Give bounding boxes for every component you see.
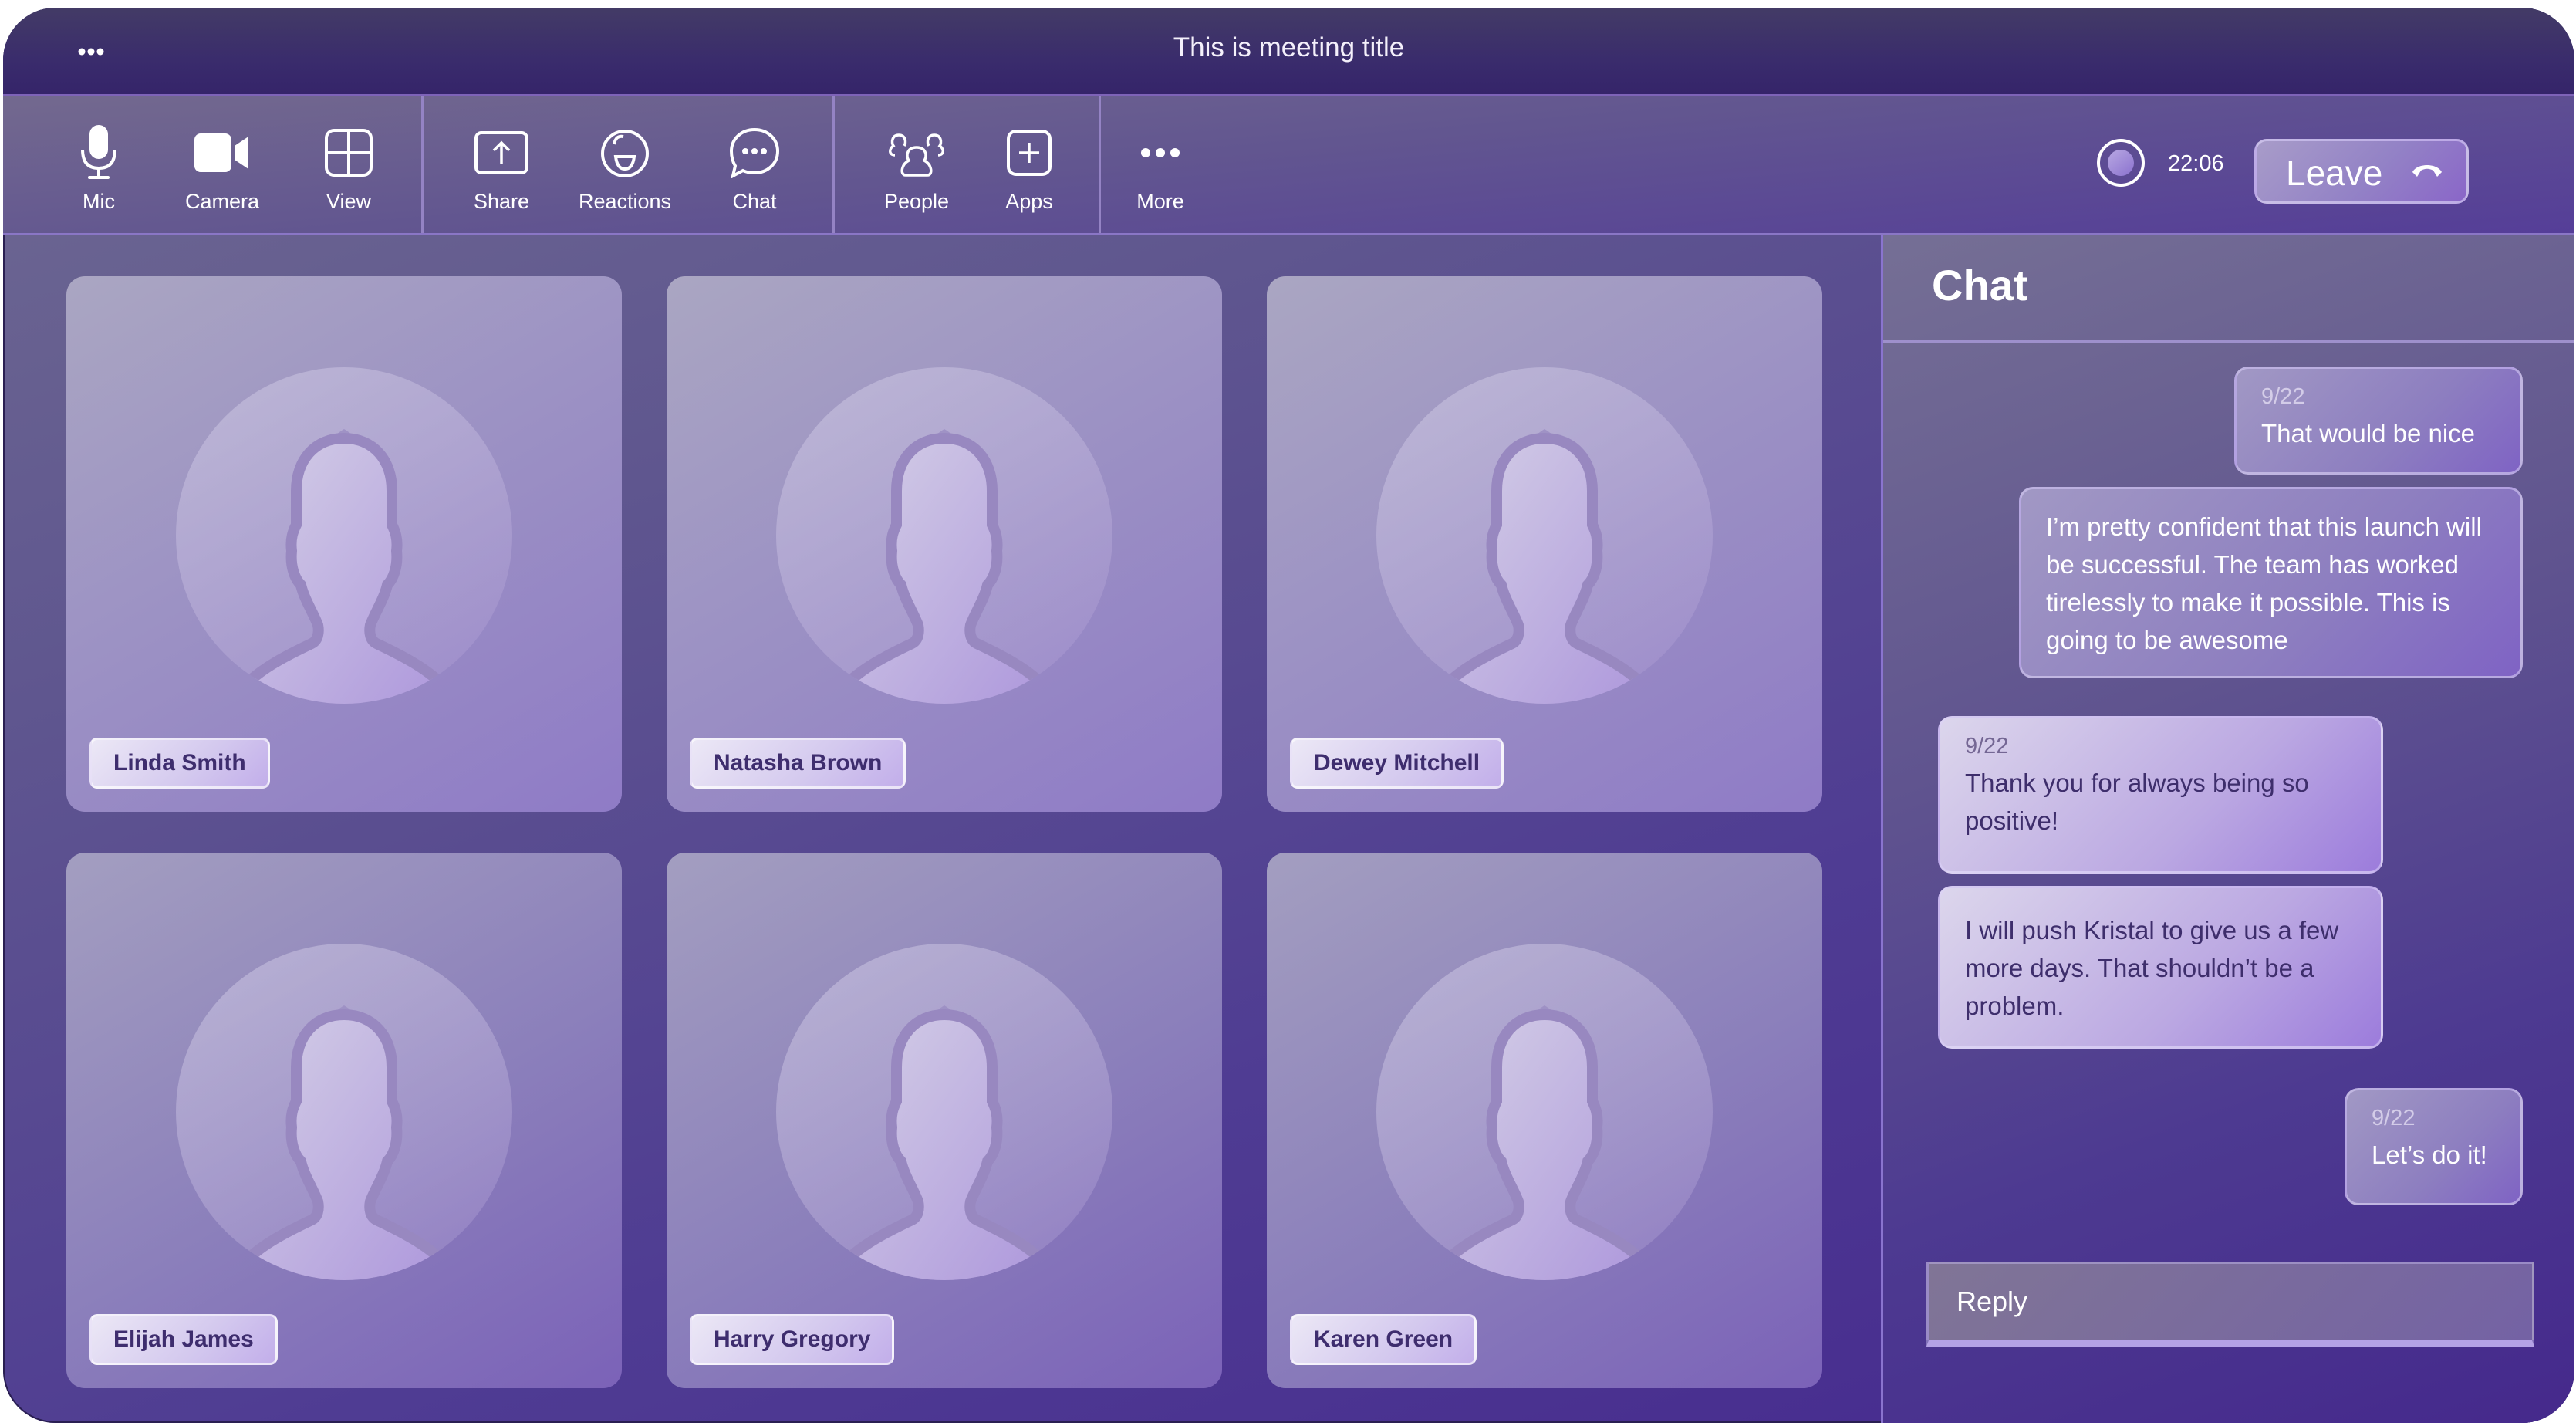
- title-bar: This is meeting title: [3, 8, 2574, 96]
- person-silhouette-icon: [238, 1005, 450, 1280]
- message-date: 9/22: [2261, 384, 2305, 409]
- participant-tile[interactable]: Karen Green: [1267, 853, 1822, 1388]
- person-silhouette-icon: [1439, 1005, 1650, 1280]
- add-app-icon: [1007, 130, 1052, 176]
- participant-name-tag: Harry Gregory: [690, 1314, 895, 1365]
- chat-label: Chat: [732, 190, 777, 213]
- camera-button[interactable]: Camera: [176, 96, 268, 233]
- chat-message: 9/22 Let’s do it!: [2345, 1088, 2523, 1205]
- view-label: View: [326, 190, 372, 213]
- camera-label: Camera: [184, 190, 260, 213]
- chat-header: Chat: [1883, 235, 2574, 343]
- share-screen-icon: [474, 131, 528, 174]
- participant-tile[interactable]: Dewey Mitchell: [1267, 276, 1822, 812]
- chat-message: 9/22 Thank you for always being so posit…: [1938, 716, 2383, 874]
- message-text: That would be nice: [2261, 419, 2476, 448]
- share-label: Share: [473, 190, 530, 213]
- chat-panel: Chat 9/22 That would be nice I’m pretty …: [1881, 235, 2574, 1423]
- chat-title: Chat: [1932, 261, 2028, 309]
- more-horizontal-icon: [1141, 148, 1180, 157]
- apps-label: Apps: [1005, 190, 1053, 213]
- more-button[interactable]: More: [1122, 96, 1199, 233]
- view-button[interactable]: View: [310, 96, 387, 233]
- person-silhouette-icon: [238, 429, 450, 704]
- chat-bubble-icon: [729, 127, 780, 178]
- person-silhouette-icon: [839, 429, 1050, 704]
- participant-name-tag: Karen Green: [1290, 1314, 1477, 1365]
- hang-up-icon: [2412, 165, 2442, 177]
- people-label: People: [883, 190, 950, 213]
- chat-message: 9/22 That would be nice: [2234, 367, 2523, 475]
- reactions-icon: [601, 130, 649, 177]
- chat-message: I will push Kristal to give us a few mor…: [1938, 886, 2383, 1049]
- chat-button[interactable]: Chat: [716, 96, 793, 233]
- message-text: I will push Kristal to give us a few mor…: [1965, 916, 2339, 1020]
- message-text: I’m pretty confident that this launch wi…: [2046, 512, 2482, 654]
- meeting-toolbar: Mic Camera View Share Reactions Chat Peo…: [3, 96, 2574, 235]
- participant-name-tag: Dewey Mitchell: [1290, 738, 1504, 789]
- meeting-title: This is meeting title: [1173, 32, 1405, 63]
- video-camera-icon: [194, 133, 248, 172]
- meeting-timer: 22:06: [2168, 151, 2224, 176]
- participant-name-tag: Natasha Brown: [690, 738, 906, 789]
- meeting-window: This is meeting title Mic Camera View Sh…: [3, 8, 2574, 1423]
- mic-label: Mic: [83, 190, 115, 213]
- participant-tile[interactable]: Linda Smith: [66, 276, 622, 812]
- participant-name-tag: Linda Smith: [89, 738, 270, 789]
- apps-button[interactable]: Apps: [991, 96, 1068, 233]
- share-button[interactable]: Share: [463, 96, 540, 233]
- reactions-button[interactable]: Reactions: [574, 96, 676, 233]
- people-button[interactable]: People: [878, 96, 955, 233]
- participant-tile[interactable]: Elijah James: [66, 853, 622, 1388]
- reactions-label: Reactions: [578, 190, 672, 213]
- person-silhouette-icon: [1439, 429, 1650, 704]
- record-icon[interactable]: [2097, 139, 2145, 187]
- mic-button[interactable]: Mic: [60, 96, 137, 233]
- message-text: Thank you for always being so positive!: [1965, 769, 2309, 835]
- microphone-icon: [81, 125, 116, 179]
- person-silhouette-icon: [839, 1005, 1050, 1280]
- leave-label: Leave: [2286, 153, 2383, 193]
- reply-input[interactable]: Reply: [1926, 1262, 2534, 1347]
- grid-view-icon: [325, 129, 373, 177]
- participant-name-tag: Elijah James: [89, 1314, 278, 1365]
- chat-message: I’m pretty confident that this launch wi…: [2019, 487, 2523, 678]
- people-icon: [889, 133, 944, 177]
- more-label: More: [1136, 190, 1184, 213]
- participant-tile[interactable]: Harry Gregory: [667, 853, 1222, 1388]
- leave-button[interactable]: Leave: [2254, 139, 2469, 204]
- message-text: Let’s do it!: [2372, 1140, 2487, 1169]
- participant-grid: Linda Smith Natasha Brown Dewey Mitchell El…: [3, 235, 1881, 1423]
- message-date: 9/22: [2372, 1106, 2416, 1130]
- participant-tile[interactable]: Natasha Brown: [667, 276, 1222, 812]
- message-date: 9/22: [1965, 734, 2009, 759]
